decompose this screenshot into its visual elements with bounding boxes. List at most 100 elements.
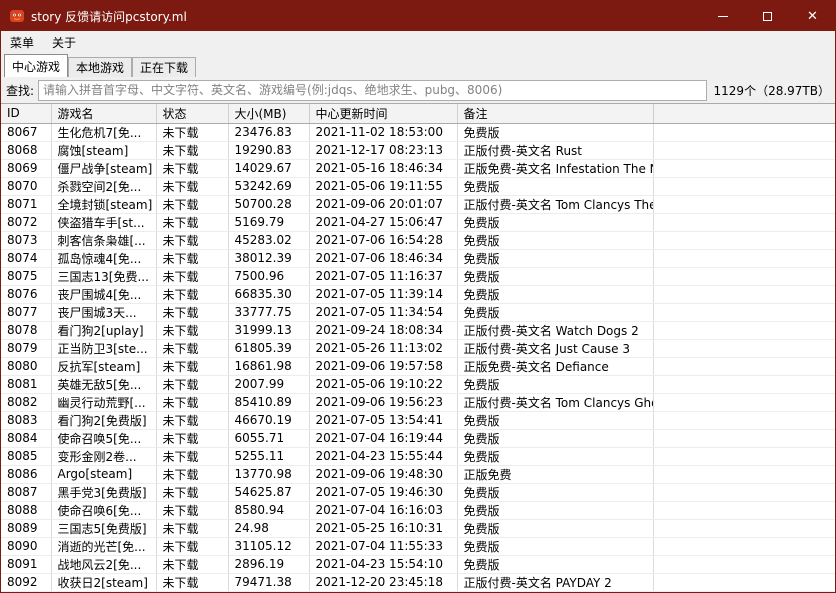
table-row[interactable]: 8075三国志13[免费...未下载7500.962021-07-05 11:1… <box>1 267 835 285</box>
table-row[interactable]: 8076丧尸围城4[免...未下载66835.302021-07-05 11:3… <box>1 285 835 303</box>
cell-updated: 2021-07-06 18:46:34 <box>309 249 457 267</box>
table-row[interactable]: 8091战地风云2[免...未下载2896.192021-04-23 15:54… <box>1 555 835 573</box>
table-row[interactable]: 8078看门狗2[uplay]未下载31999.132021-09-24 18:… <box>1 321 835 339</box>
tab-local-games[interactable]: 本地游戏 <box>68 57 132 77</box>
cell-id: 8086 <box>1 465 51 483</box>
cell-updated: 2021-07-05 11:39:14 <box>309 285 457 303</box>
table-row[interactable]: 8074孤岛惊魂4[免...未下载38012.392021-07-06 18:4… <box>1 249 835 267</box>
cell-remark: 免费版 <box>457 249 653 267</box>
cell-size: 34423.87 <box>228 591 309 592</box>
cell-status: 未下载 <box>156 483 228 501</box>
cell-remark: 免费版 <box>457 429 653 447</box>
col-header-remark[interactable]: 备注 <box>457 104 653 123</box>
cell-updated: 2021-07-04 16:19:44 <box>309 429 457 447</box>
cell-size: 46670.19 <box>228 411 309 429</box>
menu-item-main[interactable]: 菜单 <box>1 31 43 53</box>
table-row[interactable]: 8079正当防卫3[ste...未下载61805.392021-05-26 11… <box>1 339 835 357</box>
cell-name: 看门狗2[免费版] <box>51 411 156 429</box>
table-row[interactable]: 8089三国志5[免费版]未下载24.982021-05-25 16:10:31… <box>1 519 835 537</box>
cell-remark: 免费版 <box>457 177 653 195</box>
cell-size: 5255.11 <box>228 447 309 465</box>
search-input[interactable] <box>38 80 706 101</box>
table-row[interactable]: 8072侠盗猎车手[st...未下载5169.792021-04-27 15:0… <box>1 213 835 231</box>
col-header-name[interactable]: 游戏名 <box>51 104 156 123</box>
cell-filler <box>653 159 835 177</box>
cell-status: 未下载 <box>156 303 228 321</box>
close-icon: ✕ <box>807 10 818 23</box>
cell-size: 66835.30 <box>228 285 309 303</box>
table-row[interactable]: 8080反抗军[steam]未下载16861.982021-09-06 19:5… <box>1 357 835 375</box>
close-button[interactable]: ✕ <box>790 1 835 31</box>
cell-remark: 免费版 <box>457 375 653 393</box>
table-row[interactable]: 8070杀戮空间2[免...未下载53242.692021-05-06 19:1… <box>1 177 835 195</box>
cell-filler <box>653 177 835 195</box>
table-row[interactable]: 8090消逝的光芒[免...未下载31105.122021-07-04 11:5… <box>1 537 835 555</box>
table-row[interactable]: 8073刺客信条枭雄[...未下载45283.022021-07-06 16:5… <box>1 231 835 249</box>
cell-remark: 免费版 <box>457 267 653 285</box>
cell-updated: 2021-09-06 19:57:58 <box>309 357 457 375</box>
cell-status: 未下载 <box>156 501 228 519</box>
minimize-button[interactable] <box>700 1 745 31</box>
tab-center-games[interactable]: 中心游戏 <box>4 54 68 77</box>
cell-remark: 正版付费-英文名 Tom Clancys Gho... <box>457 393 653 411</box>
cell-updated: 2021-05-26 11:13:02 <box>309 339 457 357</box>
cell-size: 2896.19 <box>228 555 309 573</box>
cell-updated: 2021-09-06 19:48:30 <box>309 465 457 483</box>
menu-item-about[interactable]: 关于 <box>43 31 85 53</box>
cell-status: 未下载 <box>156 195 228 213</box>
cell-id: 8089 <box>1 519 51 537</box>
cell-name: 侠盗猎车手[st... <box>51 213 156 231</box>
cell-remark: 免费版 <box>457 303 653 321</box>
cell-filler <box>653 519 835 537</box>
minimize-icon <box>718 16 728 17</box>
table-row[interactable]: 8069僵尸战争[steam]未下载14029.672021-05-16 18:… <box>1 159 835 177</box>
table-row[interactable]: 8085变形金刚2卷...未下载5255.112021-04-23 15:55:… <box>1 447 835 465</box>
cell-updated: 2021-07-04 11:55:33 <box>309 537 457 555</box>
col-header-size[interactable]: 大小(MB) <box>228 104 309 123</box>
table-row[interactable]: 8071全境封锁[steam]未下载50700.282021-09-06 20:… <box>1 195 835 213</box>
table-row[interactable]: 8088使命召唤6[免...未下载8580.942021-07-04 16:16… <box>1 501 835 519</box>
table-row[interactable]: 8083看门狗2[免费版]未下载46670.192021-07-05 13:54… <box>1 411 835 429</box>
col-header-status[interactable]: 状态 <box>156 104 228 123</box>
table-row[interactable]: 8077丧尸围城3天...未下载33777.752021-07-05 11:34… <box>1 303 835 321</box>
table-row[interactable]: 8092收获日2[steam]未下载79471.382021-12-20 23:… <box>1 573 835 591</box>
col-header-updated[interactable]: 中心更新时间 <box>309 104 457 123</box>
cell-size: 16861.98 <box>228 357 309 375</box>
cell-name: 杀戮空间2[免... <box>51 177 156 195</box>
col-header-id[interactable]: ID <box>1 104 51 123</box>
cell-filler <box>653 501 835 519</box>
cell-updated: 2021-12-20 23:45:18 <box>309 573 457 591</box>
tab-downloading[interactable]: 正在下载 <box>132 57 196 77</box>
table-row[interactable]: 8093全面战争战锤[...未下载34423.872021-04-21 17:3… <box>1 591 835 592</box>
cell-size: 45283.02 <box>228 231 309 249</box>
cell-filler <box>653 213 835 231</box>
cell-name: 三国志5[免费版] <box>51 519 156 537</box>
window-title: story 反馈请访问pcstory.ml <box>31 8 187 25</box>
table-row[interactable]: 8084使命召唤5[免...未下载6055.712021-07-04 16:19… <box>1 429 835 447</box>
cell-filler <box>653 555 835 573</box>
cell-size: 38012.39 <box>228 249 309 267</box>
cell-remark: 正版免费-英文名 Defiance <box>457 357 653 375</box>
table-row[interactable]: 8067生化危机7[免...未下载23476.832021-11-02 18:5… <box>1 123 835 141</box>
cell-id: 8075 <box>1 267 51 285</box>
cell-size: 85410.89 <box>228 393 309 411</box>
cell-filler <box>653 411 835 429</box>
cell-remark: 免费版 <box>457 213 653 231</box>
cell-remark: 正版付费-英文名 Rust <box>457 141 653 159</box>
cell-updated: 2021-05-16 18:46:34 <box>309 159 457 177</box>
table-row[interactable]: 8087黑手党3[免费版]未下载54625.872021-07-05 19:46… <box>1 483 835 501</box>
table-row[interactable]: 8082幽灵行动荒野[...未下载85410.892021-09-06 19:5… <box>1 393 835 411</box>
table-row[interactable]: 8068腐蚀[steam]未下载19290.832021-12-17 08:23… <box>1 141 835 159</box>
cell-filler <box>653 393 835 411</box>
cell-updated: 2021-09-06 19:56:23 <box>309 393 457 411</box>
cell-remark: 免费版 <box>457 447 653 465</box>
maximize-button[interactable] <box>745 1 790 31</box>
cell-name: 丧尸围城3天... <box>51 303 156 321</box>
cell-size: 61805.39 <box>228 339 309 357</box>
cell-filler <box>653 465 835 483</box>
cell-remark: 免费版 <box>457 519 653 537</box>
table-row[interactable]: 8081英雄无敌5[免...未下载2007.992021-05-06 19:10… <box>1 375 835 393</box>
cell-id: 8090 <box>1 537 51 555</box>
table-row[interactable]: 8086Argo[steam]未下载13770.982021-09-06 19:… <box>1 465 835 483</box>
title-bar: story 反馈请访问pcstory.ml ✕ <box>1 1 835 31</box>
